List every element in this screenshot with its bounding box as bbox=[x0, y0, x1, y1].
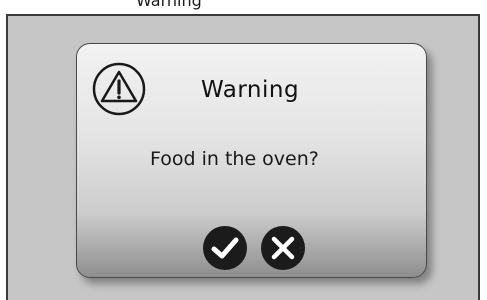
top-caption-text: Warning bbox=[136, 0, 202, 10]
warning-dialog: Warning Food in the oven? bbox=[76, 43, 427, 278]
top-caption: Warning bbox=[0, 0, 487, 13]
close-icon bbox=[271, 236, 295, 260]
checkmark-icon bbox=[211, 237, 239, 259]
cancel-button[interactable] bbox=[261, 226, 305, 270]
confirm-button[interactable] bbox=[203, 226, 247, 270]
warning-triangle-icon bbox=[92, 62, 146, 116]
display-screen: Warning Food in the oven? bbox=[6, 14, 480, 300]
dialog-message: Food in the oven? bbox=[150, 148, 319, 170]
dialog-title: Warning bbox=[201, 77, 300, 103]
